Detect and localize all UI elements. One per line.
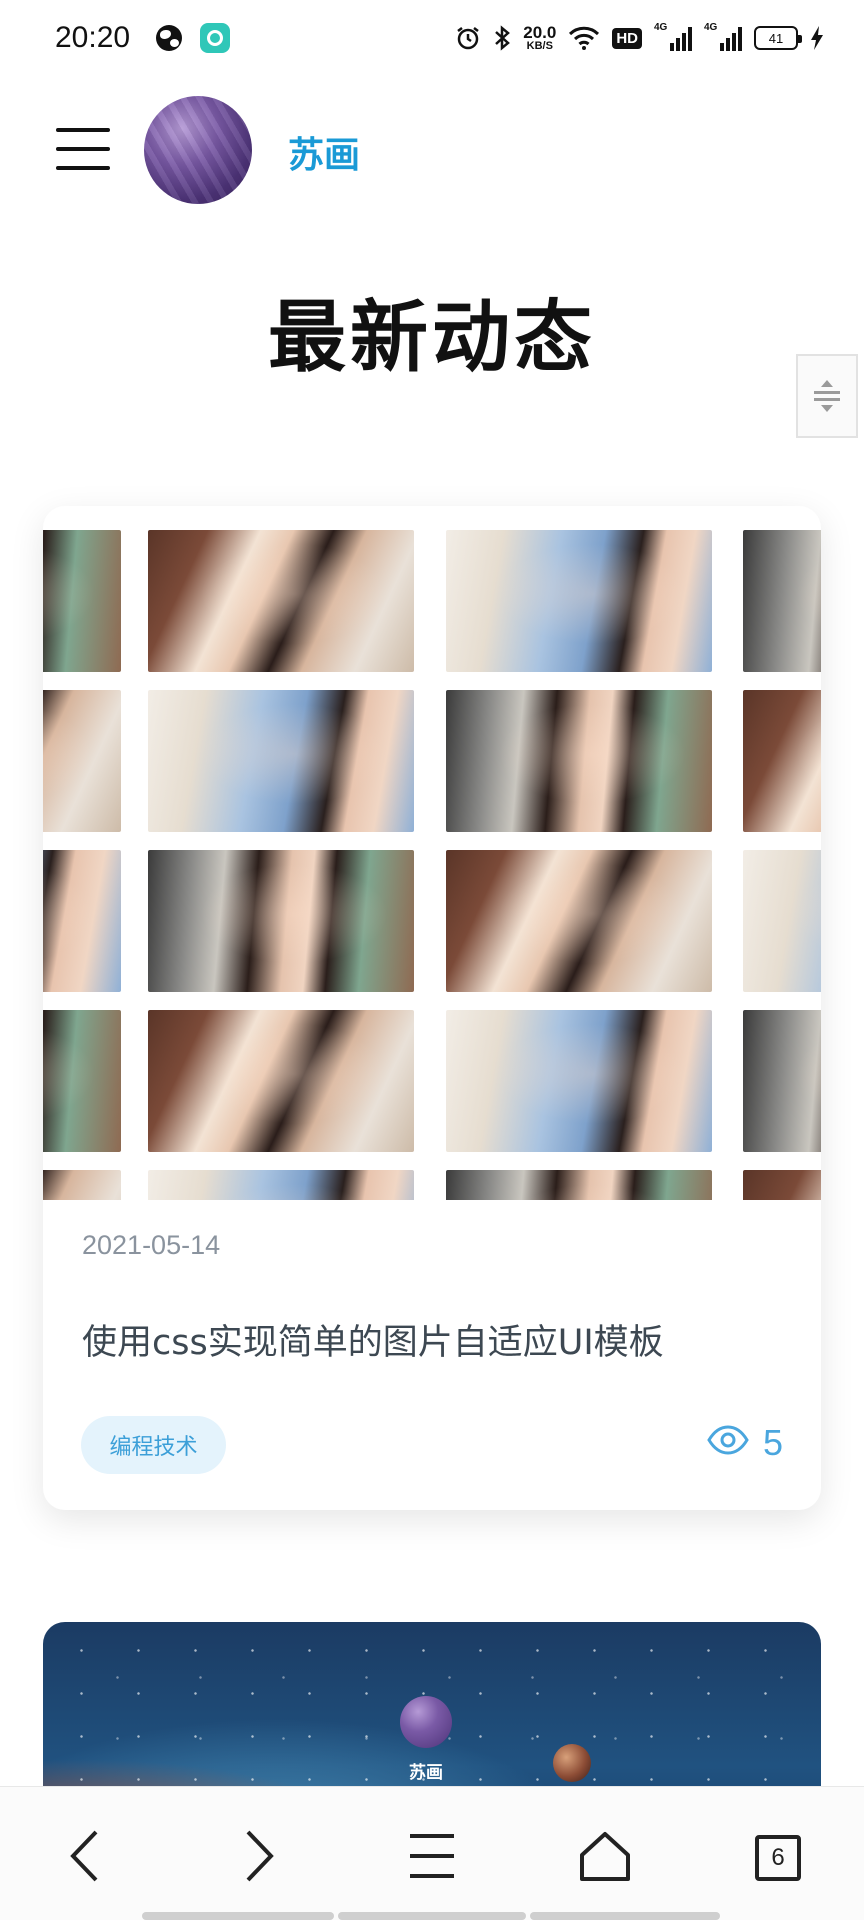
forward-arrow-icon xyxy=(242,1829,276,1887)
wifi-icon xyxy=(568,25,600,51)
network-speed: 20.0 KB/S xyxy=(523,24,556,52)
alarm-icon xyxy=(455,25,481,51)
cover-photo-tile xyxy=(43,850,121,992)
cover-photo-tile xyxy=(148,1170,414,1200)
cover-photo-tile xyxy=(743,1170,821,1200)
bluetooth-icon xyxy=(493,25,511,51)
page-title: 最新动态 xyxy=(267,293,596,383)
cover-photo-tile xyxy=(446,1010,712,1152)
browser-bottom-nav: 6 xyxy=(0,1786,864,1920)
back-button[interactable] xyxy=(50,1823,120,1893)
charging-icon xyxy=(810,25,824,51)
cover-photo-tile xyxy=(743,690,821,832)
cover-photo-tile xyxy=(446,530,712,672)
globe-icon xyxy=(156,25,183,51)
post-card[interactable]: 2021-05-14 使用css实现简单的图片自适应UI模板 编程技术 5 xyxy=(43,506,821,1510)
home-icon xyxy=(579,1831,631,1885)
cover-photo-tile xyxy=(743,530,821,672)
avatar[interactable] xyxy=(144,96,252,204)
tabs-button[interactable]: 6 xyxy=(743,1823,813,1893)
menu-icon xyxy=(408,1832,456,1884)
planet-decoration xyxy=(553,1744,591,1782)
status-time: 20:20 xyxy=(55,21,131,54)
cover-photo-tile xyxy=(43,1170,121,1200)
cover-photo-tile xyxy=(148,530,414,672)
gesture-bar-segment xyxy=(142,1912,334,1920)
signal-strength-icon-1: 4G xyxy=(654,22,692,51)
post-date: 2021-05-14 xyxy=(82,1230,221,1260)
app-notification-icon xyxy=(200,23,231,53)
signal-strength-icon-2: 4G xyxy=(704,22,742,51)
battery-icon: 41 xyxy=(754,26,802,50)
cover-photo-tile xyxy=(43,1010,121,1152)
site-header: 苏画 xyxy=(0,90,864,210)
back-arrow-icon xyxy=(68,1829,102,1887)
cover-photo-tile xyxy=(43,690,121,832)
cover-photo-tile xyxy=(148,1010,414,1152)
gesture-bar-segment xyxy=(338,1912,526,1920)
gesture-bar-segment xyxy=(530,1912,720,1920)
cover-photo-tile xyxy=(148,850,414,992)
battery-level: 41 xyxy=(768,30,784,46)
cover-photo-tile xyxy=(743,1010,821,1152)
signal-label-2: 4G xyxy=(704,22,718,33)
hd-badge: HD xyxy=(612,27,642,49)
eye-icon xyxy=(707,1422,749,1464)
post-category-tag[interactable]: 编程技术 xyxy=(81,1416,226,1474)
author-avatar xyxy=(400,1696,452,1748)
network-speed-unit: KB/S xyxy=(526,40,553,52)
cover-photo-tile xyxy=(446,850,712,992)
status-bar: 20:20 20.0 KB/S HD 4G 4G 41 xyxy=(0,0,864,76)
cover-photo-tile xyxy=(446,690,712,832)
home-button[interactable] xyxy=(570,1823,640,1893)
scroll-toggle-button[interactable] xyxy=(796,354,858,438)
cover-photo-tile xyxy=(148,690,414,832)
author-name: 苏画 xyxy=(409,1763,443,1783)
post-title[interactable]: 使用css实现简单的图片自适应UI模板 xyxy=(82,1314,664,1365)
view-count: 5 xyxy=(707,1422,783,1464)
signal-label-1: 4G xyxy=(654,22,668,33)
site-name[interactable]: 苏画 xyxy=(288,126,360,178)
forward-button[interactable] xyxy=(224,1823,294,1893)
network-speed-value: 20.0 xyxy=(523,23,557,42)
cover-photo-tile xyxy=(446,1170,712,1200)
hamburger-menu-icon[interactable] xyxy=(56,128,110,170)
cover-photo-tile xyxy=(743,850,821,992)
cover-photo-tile xyxy=(43,530,121,672)
scroll-up-arrow-icon xyxy=(821,380,833,387)
scroll-down-arrow-icon xyxy=(821,405,833,412)
tabs-icon: 6 xyxy=(755,1835,801,1881)
post-cover-image[interactable] xyxy=(43,530,821,1200)
view-count-value: 5 xyxy=(762,1422,783,1463)
browser-menu-button[interactable] xyxy=(397,1823,467,1893)
